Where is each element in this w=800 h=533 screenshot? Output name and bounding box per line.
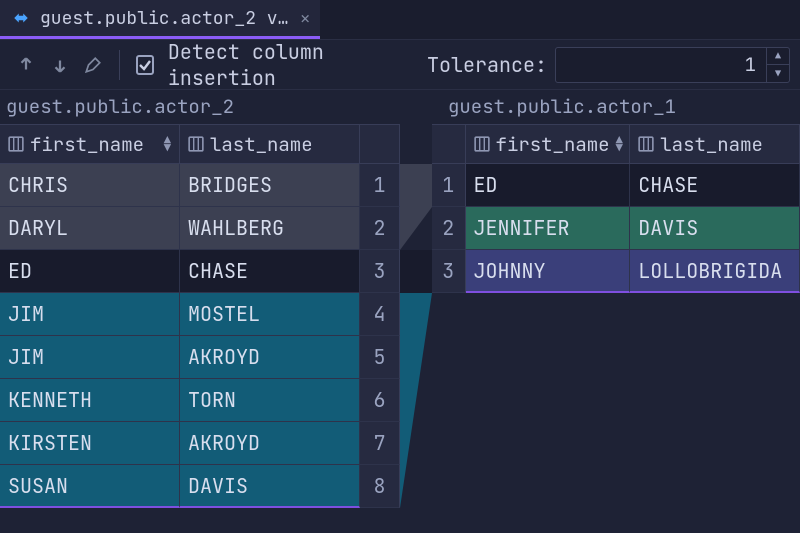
row-number[interactable]: 1 xyxy=(432,164,466,207)
cell-last-name[interactable]: DAVIS xyxy=(630,207,800,250)
tolerance-spinbox[interactable]: ▲ ▼ xyxy=(555,47,790,83)
left-col-last-name[interactable]: last_name xyxy=(180,125,360,163)
cell-last-name[interactable]: CHASE xyxy=(630,164,800,207)
detect-insertion-label: Detect column insertion xyxy=(168,39,377,91)
left-table: first_name ▲▼ last_name CHRISBRIDGES1DAR… xyxy=(0,124,400,533)
table-row[interactable]: SUSANDAVIS8 xyxy=(0,465,400,508)
cell-first-name[interactable]: JENNIFER xyxy=(466,207,631,250)
right-title: guest.public.actor_1 xyxy=(448,94,676,119)
table-row[interactable]: KIRSTENAKROYD7 xyxy=(0,422,400,465)
cell-last-name[interactable]: TORN xyxy=(180,379,360,422)
left-rownum-header xyxy=(360,125,400,163)
diff-icon xyxy=(12,9,30,27)
table-row[interactable]: EDCHASE3 xyxy=(0,250,400,293)
right-col-last-name[interactable]: last_name xyxy=(630,125,800,163)
table-row[interactable]: JIMMOSTEL4 xyxy=(0,293,400,336)
cell-first-name[interactable]: JIM xyxy=(0,336,180,379)
cell-first-name[interactable]: CHRIS xyxy=(0,164,180,207)
row-number[interactable]: 4 xyxy=(360,293,400,336)
close-icon[interactable]: ✕ xyxy=(300,8,310,29)
cell-first-name[interactable]: ED xyxy=(0,250,180,293)
right-table: first_name ▲▼ last_name 1EDCHASE2JENNIFE… xyxy=(432,124,800,533)
tab-label: guest.public.actor_2 vs gue... xyxy=(40,7,290,30)
tab-strip: guest.public.actor_2 vs gue... ✕ xyxy=(0,0,800,40)
toolbar: Detect column insertion Tolerance: ▲ ▼ xyxy=(0,40,800,90)
table-row[interactable]: CHRISBRIDGES1 xyxy=(0,164,400,207)
row-number[interactable]: 8 xyxy=(360,465,400,508)
cell-last-name[interactable]: AKROYD xyxy=(180,422,360,465)
col-label: first_name xyxy=(496,132,610,157)
edit-button[interactable] xyxy=(83,52,103,78)
prev-diff-button[interactable] xyxy=(16,52,36,78)
detect-insertion-checkbox[interactable] xyxy=(136,55,154,75)
separator xyxy=(119,50,120,80)
cell-first-name[interactable]: SUSAN xyxy=(0,465,180,508)
cell-last-name[interactable]: WAHLBERG xyxy=(180,207,360,250)
table-row[interactable]: 3JOHNNYLOLLOBRIGIDA xyxy=(432,250,800,293)
row-number[interactable]: 5 xyxy=(360,336,400,379)
right-rownum-header xyxy=(432,125,466,163)
column-icon xyxy=(474,136,490,152)
table-row[interactable]: DARYLWAHLBERG2 xyxy=(0,207,400,250)
cell-first-name[interactable]: JOHNNY xyxy=(466,250,631,293)
tab-diff[interactable]: guest.public.actor_2 vs gue... ✕ xyxy=(0,0,320,39)
cell-last-name[interactable]: AKROYD xyxy=(180,336,360,379)
column-icon xyxy=(188,136,204,152)
cell-last-name[interactable]: MOSTEL xyxy=(180,293,360,336)
table-row[interactable]: 2JENNIFERDAVIS xyxy=(432,207,800,250)
tolerance-label: Tolerance: xyxy=(427,52,547,78)
row-number[interactable]: 6 xyxy=(360,379,400,422)
col-label: first_name xyxy=(30,132,144,157)
table-row[interactable]: JIMAKROYD5 xyxy=(0,336,400,379)
row-number[interactable]: 2 xyxy=(360,207,400,250)
row-number[interactable]: 7 xyxy=(360,422,400,465)
cell-first-name[interactable]: KENNETH xyxy=(0,379,180,422)
cell-last-name[interactable]: LOLLOBRIGIDA xyxy=(630,250,800,293)
diff-gap xyxy=(400,124,432,533)
left-col-first-name[interactable]: first_name ▲▼ xyxy=(0,125,180,163)
table-row[interactable]: KENNETHTORN6 xyxy=(0,379,400,422)
tolerance-input[interactable] xyxy=(556,48,766,82)
col-label: last_name xyxy=(210,132,313,157)
row-number[interactable]: 1 xyxy=(360,164,400,207)
cell-last-name[interactable]: BRIDGES xyxy=(180,164,360,207)
cell-last-name[interactable]: CHASE xyxy=(180,250,360,293)
right-col-first-name[interactable]: first_name ▲▼ xyxy=(466,125,631,163)
row-number[interactable]: 2 xyxy=(432,207,466,250)
left-title: guest.public.actor_2 xyxy=(6,94,234,119)
cell-last-name[interactable]: DAVIS xyxy=(180,465,360,508)
cell-first-name[interactable]: DARYL xyxy=(0,207,180,250)
sort-icon: ▲▼ xyxy=(164,136,171,152)
tolerance-up[interactable]: ▲ xyxy=(767,48,789,65)
cell-first-name[interactable]: KIRSTEN xyxy=(0,422,180,465)
cell-first-name[interactable]: ED xyxy=(466,164,631,207)
cell-first-name[interactable]: JIM xyxy=(0,293,180,336)
row-number[interactable]: 3 xyxy=(360,250,400,293)
column-icon xyxy=(638,136,654,152)
tolerance-down[interactable]: ▼ xyxy=(767,64,789,82)
col-label: last_name xyxy=(660,132,763,157)
column-icon xyxy=(8,136,24,152)
next-diff-button[interactable] xyxy=(50,52,70,78)
table-row[interactable]: 1EDCHASE xyxy=(432,164,800,207)
row-number[interactable]: 3 xyxy=(432,250,466,293)
sort-icon: ▲▼ xyxy=(616,136,623,152)
